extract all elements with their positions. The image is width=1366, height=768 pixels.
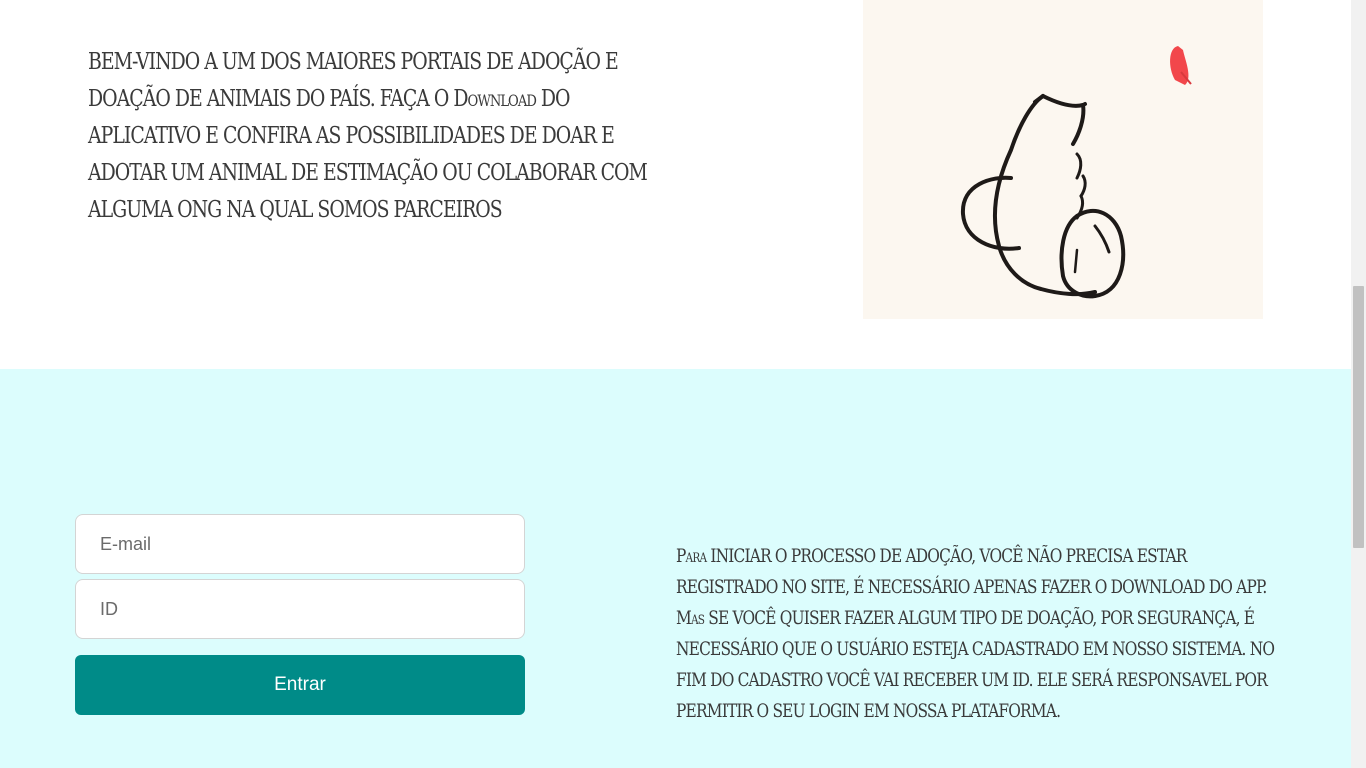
welcome-text: BEM-VINDO A UM DOS MAIORES PORTAIS DE AD… bbox=[88, 49, 648, 223]
id-input[interactable] bbox=[76, 580, 524, 638]
cat-and-butterfly-icon bbox=[960, 46, 1192, 299]
enter-button[interactable]: Entrar bbox=[75, 655, 525, 715]
intro-section: BEM-VINDO A UM DOS MAIORES PORTAIS DE AD… bbox=[0, 0, 1351, 369]
cat-illustration bbox=[863, 0, 1263, 319]
login-section: Entrar Para INICIAR O PROCESSO DE ADOÇÃO… bbox=[0, 369, 1351, 768]
scrollbar-thumb[interactable] bbox=[1353, 286, 1364, 548]
adoption-info-text: Para INICIAR O PROCESSO DE ADOÇÃO, VOCÊ … bbox=[676, 545, 1275, 722]
email-field-wrapper bbox=[75, 514, 525, 574]
page: BEM-VINDO A UM DOS MAIORES PORTAIS DE AD… bbox=[0, 0, 1351, 768]
email-input[interactable] bbox=[76, 515, 524, 573]
vertical-scrollbar[interactable] bbox=[1351, 0, 1366, 768]
id-field-wrapper bbox=[75, 579, 525, 639]
